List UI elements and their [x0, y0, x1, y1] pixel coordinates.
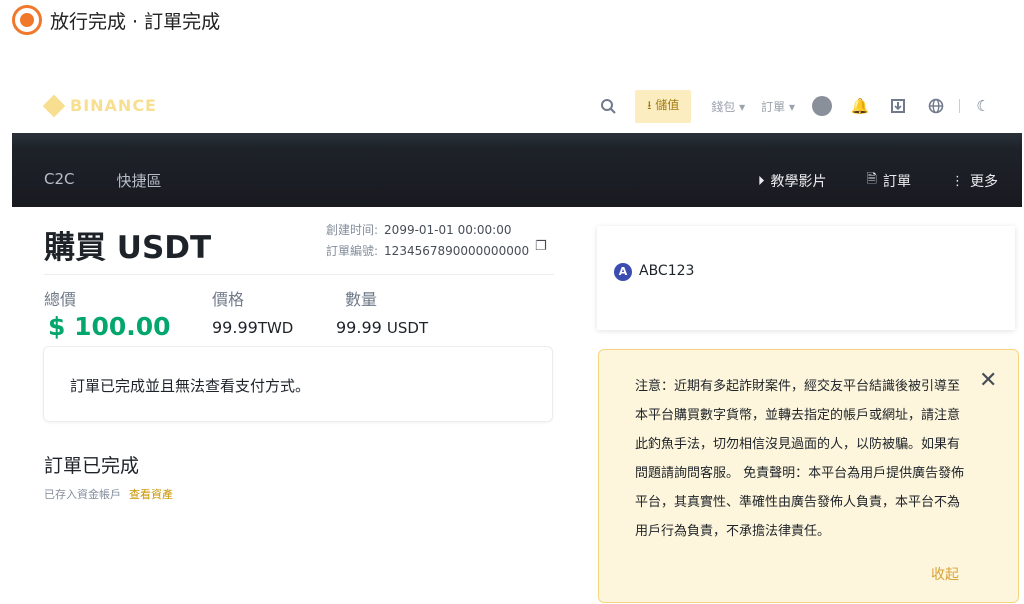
order-status-sub: 已存入資金帳戶 查看資產 — [44, 488, 173, 501]
price-value: 99.99TWD — [212, 318, 294, 337]
play-circle-icon: ⏵ — [758, 173, 765, 189]
order-status-title: 訂單已完成 — [44, 455, 140, 477]
step-radio-icon — [12, 5, 42, 35]
top-header: BINANCE ⭳ 儲值 錢包 ▾ 訂單 ▾ 🔔 ☾ — [12, 84, 1022, 128]
more-menu[interactable]: ⋮ 更多 — [951, 171, 998, 191]
orders-menu[interactable]: 訂單 ▾ — [761, 98, 795, 115]
quantity-label: 數量 — [345, 290, 378, 309]
quantity-value: 99.99 USDT — [336, 318, 429, 337]
created-time: 2099-01-01 00:00:00 — [384, 223, 512, 237]
step-caption: 放行完成 · 訂單完成 — [50, 10, 221, 33]
bell-icon[interactable]: 🔔 — [850, 96, 870, 116]
c2c-nav-bar: C2C 快捷區 ⏵ 教學影片 🗎 訂單 ⋮ 更多 — [12, 133, 1022, 207]
warning-panel: 注意：近期有多起詐財案件，經交友平台結識後被引導至本平台購買數字貨幣，並轉去指定… — [598, 349, 1019, 603]
order-number: 1234567890000000000 — [384, 244, 530, 258]
copy-icon[interactable]: ❐ — [535, 239, 547, 254]
deposit-button[interactable]: ⭳ 儲值 — [635, 89, 692, 123]
user-avatar-icon[interactable] — [812, 96, 832, 116]
globe-icon[interactable] — [926, 96, 946, 116]
step-indicator: 放行完成 · 訂單完成 — [12, 5, 220, 35]
binance-logo[interactable]: BINANCE — [42, 94, 157, 117]
search-icon[interactable] — [598, 96, 618, 116]
collapse-link[interactable]: 收起 — [931, 564, 959, 584]
view-assets-link[interactable]: 查看資產 — [129, 488, 173, 501]
tutorial-link[interactable]: ⏵ 教學影片 — [758, 171, 827, 191]
wallet-menu[interactable]: 錢包 ▾ — [711, 98, 745, 115]
more-vertical-icon: ⋮ — [951, 173, 964, 189]
close-icon[interactable]: ✕ — [979, 368, 997, 393]
merchant-avatar-icon: A — [614, 263, 632, 281]
payment-notice: 訂單已完成並且無法查看支付方式。 — [43, 346, 553, 422]
order-meta: 創建时间: 2099-01-01 00:00:00 訂單編號: 1234567890… — [326, 223, 530, 258]
orders-link[interactable]: 🗎 訂單 — [867, 170, 911, 192]
page-title: 購買 USDT — [44, 230, 212, 266]
download-app-icon[interactable] — [888, 96, 908, 116]
tab-express[interactable]: 快捷區 — [117, 170, 162, 191]
divider — [44, 274, 554, 275]
total-label: 總價 — [44, 290, 77, 309]
payment-notice-text: 訂單已完成並且無法查看支付方式。 — [70, 377, 311, 395]
tab-c2c[interactable]: C2C — [44, 170, 75, 191]
document-icon: 🗎 — [866, 172, 877, 187]
price-label: 價格 — [212, 290, 245, 309]
merchant-name[interactable]: ABC123 — [639, 263, 694, 279]
merchant-card: A ABC123 — [597, 226, 1015, 330]
warning-text: 注意：近期有多起詐財案件，經交友平台結識後被引導至本平台購買數字貨幣，並轉去指定… — [635, 379, 965, 539]
header-divider — [959, 99, 960, 113]
binance-logo-icon — [42, 94, 66, 117]
total-value: $ 100.00 — [48, 312, 171, 341]
dark-mode-icon[interactable]: ☾ — [973, 96, 993, 116]
